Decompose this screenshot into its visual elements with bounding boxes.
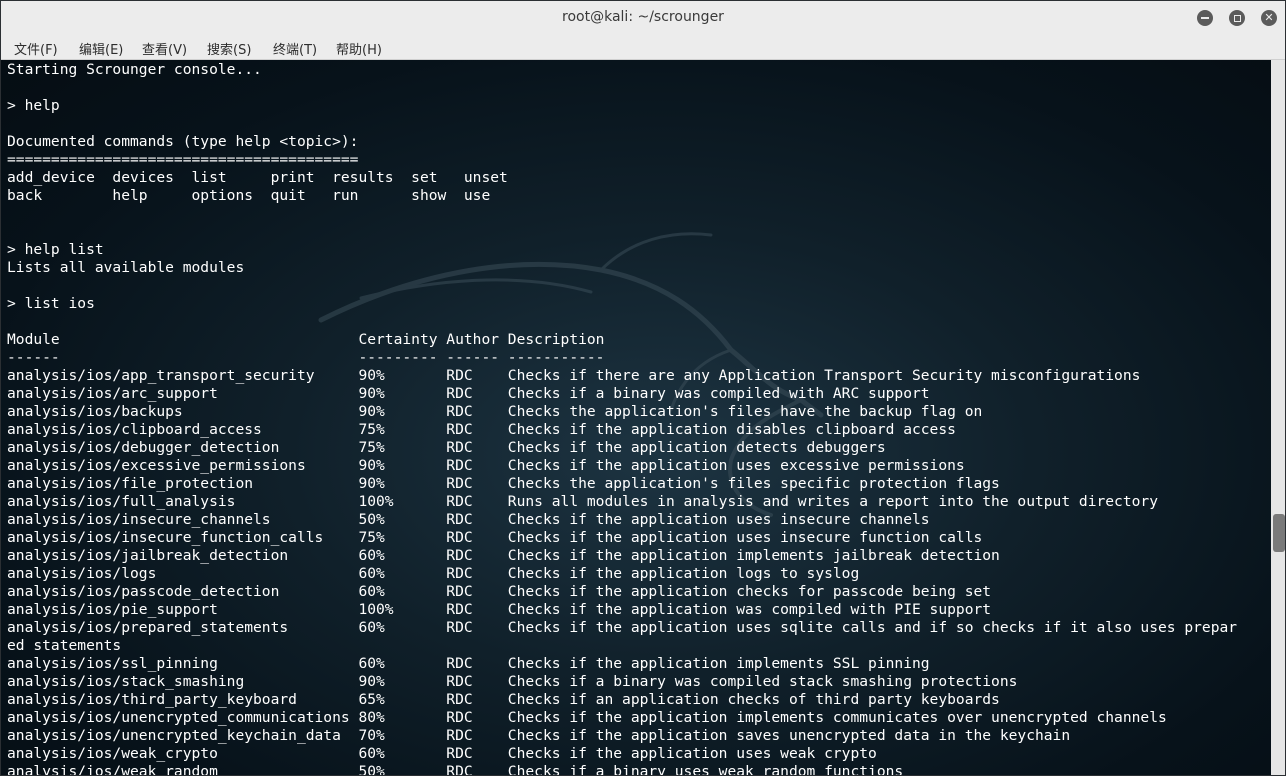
terminal-line: analysis/ios/passcode_detection 60% RDC … bbox=[7, 583, 992, 600]
terminal-line: analysis/ios/debugger_detection 75% RDC … bbox=[7, 439, 886, 456]
close-icon: ✕ bbox=[1264, 11, 1274, 24]
menu-view[interactable]: 查看(V) bbox=[142, 39, 187, 58]
terminal-line: ======================================== bbox=[7, 151, 359, 168]
terminal-window: root@kali: ~/scrounger ✕ 文件(F) 编辑(E) 查看(… bbox=[0, 0, 1286, 776]
menu-terminal[interactable]: 终端(T) bbox=[273, 39, 317, 58]
maximize-icon bbox=[1233, 14, 1241, 22]
terminal-line: > list ios bbox=[7, 295, 95, 312]
terminal-line: Module Certainty Author Description bbox=[7, 331, 605, 348]
scrollbar-thumb[interactable] bbox=[1273, 514, 1285, 552]
terminal-line: analysis/ios/excessive_permissions 90% R… bbox=[7, 457, 965, 474]
menu-bar: 文件(F) 编辑(E) 查看(V) 搜索(S) 终端(T) 帮助(H) bbox=[1, 35, 1285, 60]
terminal-line: ------ --------- ------ ----------- bbox=[7, 349, 605, 366]
menu-search[interactable]: 搜索(S) bbox=[207, 39, 251, 58]
terminal-line: > help bbox=[7, 97, 60, 114]
terminal-line: analysis/ios/prepared_statements 60% RDC… bbox=[7, 619, 1238, 636]
terminal-line: analysis/ios/unencrypted_communications … bbox=[7, 709, 1167, 726]
maximize-button[interactable] bbox=[1229, 10, 1245, 26]
terminal-line: analysis/ios/third_party_keyboard 65% RD… bbox=[7, 691, 1000, 708]
close-button[interactable]: ✕ bbox=[1261, 10, 1277, 26]
terminal-line: analysis/ios/pie_support 100% RDC Checks… bbox=[7, 601, 992, 618]
terminal-line: Starting Scrounger console... bbox=[7, 61, 262, 78]
terminal-line: Lists all available modules bbox=[7, 259, 245, 276]
terminal-line: add_device devices list print results se… bbox=[7, 169, 508, 186]
title-bar[interactable]: root@kali: ~/scrounger ✕ bbox=[1, 1, 1285, 36]
terminal-line: Documented commands (type help <topic>): bbox=[7, 133, 359, 150]
minimize-button[interactable] bbox=[1197, 10, 1213, 26]
terminal-line: analysis/ios/full_analysis 100% RDC Runs… bbox=[7, 493, 1158, 510]
terminal-line: analysis/ios/weak_random 50% RDC Checks … bbox=[7, 763, 904, 776]
terminal-line: analysis/ios/logs 60% RDC Checks if the … bbox=[7, 565, 860, 582]
terminal-line: ed statements bbox=[7, 637, 122, 654]
terminal-line: analysis/ios/unencrypted_keychain_data 7… bbox=[7, 727, 1071, 744]
terminal-line: analysis/ios/insecure_channels 50% RDC C… bbox=[7, 511, 930, 528]
terminal-line: back help options quit run show use bbox=[7, 187, 491, 204]
minimize-icon bbox=[1201, 17, 1209, 19]
window-title: root@kali: ~/scrounger bbox=[562, 9, 724, 25]
terminal-line: analysis/ios/backups 90% RDC Checks the … bbox=[7, 403, 983, 420]
terminal-output: Starting Scrounger console... > help Docum… bbox=[7, 61, 1238, 776]
terminal-line: analysis/ios/stack_smashing 90% RDC Chec… bbox=[7, 673, 1018, 690]
terminal-area[interactable]: Starting Scrounger console... > help Docum… bbox=[1, 60, 1271, 776]
terminal-line: analysis/ios/file_protection 90% RDC Che… bbox=[7, 475, 1000, 492]
terminal-line: analysis/ios/weak_crypto 60% RDC Checks … bbox=[7, 745, 877, 762]
menu-edit[interactable]: 编辑(E) bbox=[79, 39, 123, 58]
menu-file[interactable]: 文件(F) bbox=[14, 39, 58, 58]
scrollbar-track[interactable] bbox=[1271, 60, 1285, 775]
terminal-line: analysis/ios/jailbreak_detection 60% RDC… bbox=[7, 547, 1000, 564]
terminal-line: analysis/ios/clipboard_access 75% RDC Ch… bbox=[7, 421, 956, 438]
terminal-line: analysis/ios/insecure_function_calls 75%… bbox=[7, 529, 983, 546]
terminal-line: analysis/ios/ssl_pinning 60% RDC Checks … bbox=[7, 655, 930, 672]
menu-help[interactable]: 帮助(H) bbox=[336, 39, 382, 58]
terminal-line: analysis/ios/arc_support 90% RDC Checks … bbox=[7, 385, 930, 402]
terminal-line: analysis/ios/app_transport_security 90% … bbox=[7, 367, 1141, 384]
terminal-line: > help list bbox=[7, 241, 104, 258]
